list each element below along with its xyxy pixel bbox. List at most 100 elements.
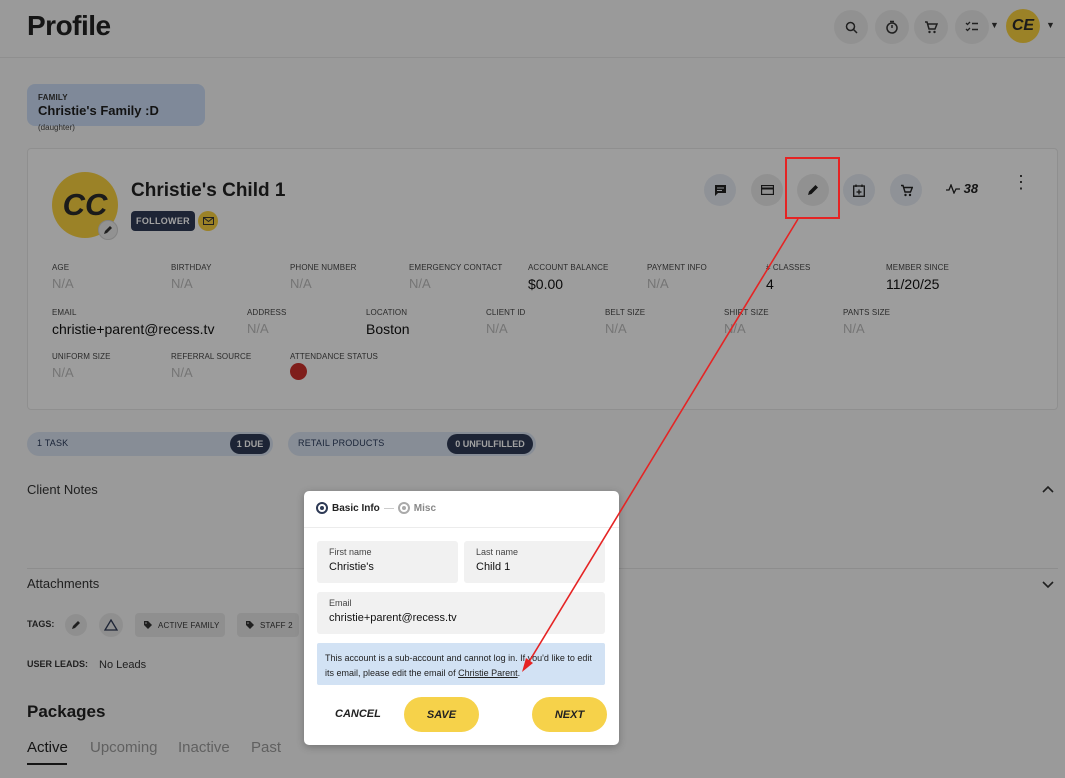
avatar-edit-icon[interactable]	[98, 220, 118, 240]
save-button[interactable]: SAVE	[404, 697, 479, 732]
field-label: PANTS SIZE	[843, 308, 891, 317]
first-name-value: Christie's	[329, 561, 374, 573]
chevron-up-icon[interactable]	[1042, 482, 1054, 496]
field-value: 4	[766, 276, 774, 292]
tab-inactive[interactable]: Inactive	[178, 739, 230, 756]
tag-staff-2[interactable]: STAFF 2	[237, 613, 299, 637]
activity-counter[interactable]: 38	[946, 181, 978, 196]
mail-icon[interactable]	[198, 211, 218, 231]
christie-parent-link[interactable]: Christie Parent	[458, 668, 518, 678]
field-value: N/A	[486, 321, 508, 336]
edit-tags-icon[interactable]	[65, 614, 87, 636]
user-menu-caret-icon[interactable]: ▼	[1046, 20, 1055, 30]
field-label: EMAIL	[52, 308, 77, 317]
user-leads-value: No Leads	[99, 659, 147, 671]
field-value: N/A	[290, 276, 312, 291]
notice-end: .	[517, 668, 521, 678]
field-label: ADDRESS	[247, 308, 287, 317]
search-icon[interactable]	[834, 10, 868, 44]
more-options-icon[interactable]: ⋮	[1012, 173, 1030, 191]
calendar-add-icon[interactable]	[843, 174, 875, 206]
field-label: PHONE NUMBER	[290, 263, 357, 272]
tasks-pill[interactable]: 1 TASK 1 DUE	[27, 432, 273, 456]
client-notes-heading[interactable]: Client Notes	[27, 482, 98, 497]
field-value: N/A	[52, 276, 74, 291]
checklist-dropdown-caret-icon[interactable]: ▼	[990, 20, 999, 30]
field-label: # CLASSES	[766, 263, 811, 272]
step-basic-info[interactable]: Basic Info	[332, 503, 380, 514]
tab-upcoming[interactable]: Upcoming	[90, 739, 158, 756]
first-name-field[interactable]: First name Christie's	[317, 541, 458, 583]
page-title: Profile	[27, 10, 111, 41]
step-inactive-icon	[397, 502, 410, 514]
profile-field: ATTENDANCE STATUS	[290, 352, 410, 365]
first-name-label: First name	[329, 547, 372, 557]
profile-name: Christie's Child 1	[131, 180, 286, 201]
header-divider	[0, 57, 1065, 58]
chevron-down-icon[interactable]	[1042, 578, 1054, 592]
family-name: Christie's Family :D (daughter)	[38, 103, 159, 132]
tag-label: STAFF 2	[260, 620, 293, 630]
email-value: christie+parent@recess.tv	[329, 612, 457, 624]
triangle-tag-icon[interactable]	[99, 613, 123, 637]
field-value: N/A	[843, 321, 865, 336]
message-icon[interactable]	[704, 174, 736, 206]
edit-profile-modal: Basic Info Misc First name Christie's La…	[304, 491, 619, 745]
profile-field: BELT SIZE N/A	[605, 308, 725, 336]
tab-past[interactable]: Past	[251, 739, 281, 756]
step-misc[interactable]: Misc	[414, 503, 436, 514]
email-field[interactable]: Email christie+parent@recess.tv	[317, 592, 605, 634]
profile-field: # CLASSES 4	[766, 263, 886, 292]
retail-products-pill[interactable]: RETAIL PRODUCTS 0 UNFULFILLED	[288, 432, 536, 456]
field-label: ATTENDANCE STATUS	[290, 352, 378, 361]
modal-stepper: Basic Info Misc	[316, 502, 436, 514]
family-relation: (daughter)	[38, 123, 75, 132]
family-label: FAMILY	[38, 93, 68, 102]
field-label: MEMBER SINCE	[886, 263, 949, 272]
email-label: Email	[329, 598, 352, 608]
checklist-icon[interactable]	[955, 10, 989, 44]
field-label: ACCOUNT BALANCE	[528, 263, 609, 272]
cart-icon[interactable]	[914, 10, 948, 44]
tag-icon	[246, 621, 254, 629]
step-connector	[383, 507, 394, 509]
annotation-highlight-box	[785, 157, 840, 219]
field-label: LOCATION	[366, 308, 408, 317]
tasks-label: 1 TASK	[37, 438, 69, 448]
field-value: N/A	[171, 365, 193, 380]
field-value: N/A	[171, 276, 193, 291]
tasks-due-badge: 1 DUE	[230, 434, 270, 454]
profile-field: CLIENT ID N/A	[486, 308, 606, 336]
unfulfilled-badge: 0 UNFULFILLED	[447, 434, 533, 454]
modal-divider	[304, 527, 619, 528]
field-value: $0.00	[528, 276, 564, 292]
packages-heading: Packages	[27, 702, 106, 721]
follower-badge: FOLLOWER	[131, 211, 195, 231]
field-label: EMERGENCY CONTACT	[409, 263, 503, 272]
last-name-field[interactable]: Last name Child 1	[464, 541, 605, 583]
activity-count: 38	[963, 181, 979, 196]
tag-icon	[144, 621, 152, 629]
profile-field: ADDRESS N/A	[247, 308, 367, 336]
field-value: Boston	[366, 321, 410, 337]
credit-card-icon[interactable]	[751, 174, 783, 206]
profile-field: SHIRT SIZE N/A	[724, 308, 844, 336]
field-value: 11/20/25	[886, 276, 940, 292]
profile-field: AGE N/A	[52, 263, 172, 291]
field-label: PAYMENT INFO	[647, 263, 707, 272]
profile-field: EMAIL christie+parent@recess.tv	[52, 308, 215, 337]
user-avatar[interactable]: CE	[1006, 9, 1040, 43]
tag-active-family[interactable]: ACTIVE FAMILY	[135, 613, 225, 637]
attachments-heading[interactable]: Attachments	[27, 576, 99, 591]
profile-field: ACCOUNT BALANCE $0.00	[528, 263, 648, 292]
retail-products-label: RETAIL PRODUCTS	[298, 438, 385, 448]
field-value: christie+parent@recess.tv	[52, 321, 215, 337]
timer-icon[interactable]	[875, 10, 909, 44]
active-tab-underline	[27, 763, 67, 765]
next-button[interactable]: NEXT	[532, 697, 607, 732]
family-chip[interactable]: FAMILY Christie's Family :D (daughter)	[27, 84, 205, 132]
cancel-button[interactable]: CANCEL	[335, 708, 381, 720]
user-leads-label: USER LEADS:	[27, 659, 89, 669]
shopping-cart-icon[interactable]	[890, 174, 922, 206]
tab-active[interactable]: Active	[27, 739, 68, 756]
